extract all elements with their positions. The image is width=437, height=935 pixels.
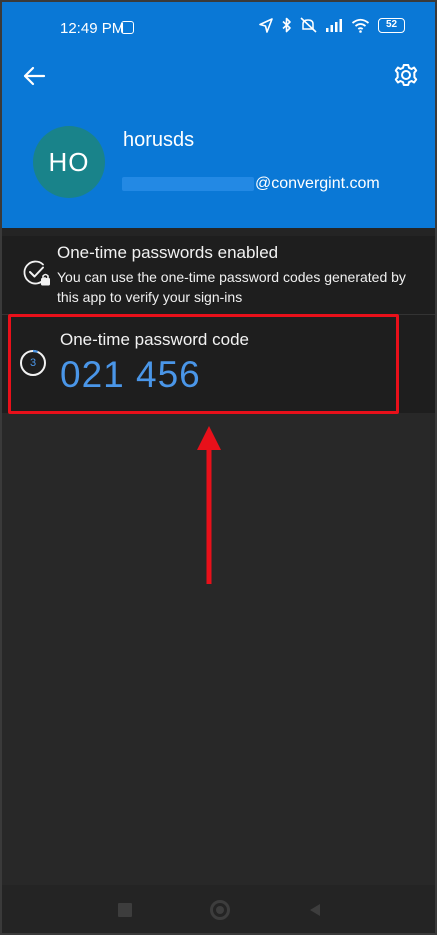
otp-code-label: One-time password code [60, 330, 249, 349]
home-button[interactable] [210, 900, 230, 920]
gear-icon [394, 64, 418, 86]
otp-enabled-title: One-time passwords enabled [57, 243, 279, 262]
app-frame: 12:49 PM 52 HO horusds @convergint.com O… [0, 0, 437, 935]
status-time: 12:49 PM [60, 20, 125, 37]
arrow-left-icon [23, 66, 46, 86]
email-redaction [122, 177, 254, 191]
account-header: 12:49 PM 52 HO horusds @convergint.com [2, 2, 435, 228]
status-bar: 12:49 PM 52 [2, 2, 435, 54]
recents-button[interactable] [118, 903, 132, 917]
otp-code-value[interactable]: 021 456 [60, 354, 201, 396]
account-name: horusds [123, 129, 195, 151]
silent-icon [300, 17, 317, 33]
top-bar [2, 54, 435, 98]
account-email: @convergint.com [255, 175, 380, 192]
annotation-arrow-up-icon [197, 426, 221, 584]
account-email-row: @convergint.com [122, 174, 380, 194]
otp-enabled-description: You can use the one-time password codes … [57, 269, 406, 305]
battery-icon: 52 [378, 17, 405, 33]
avatar: HO [33, 126, 105, 198]
check-lock-icon [23, 260, 50, 286]
otp-enabled-row: One-time passwords enabled You can use t… [2, 236, 435, 314]
bluetooth-icon [282, 17, 291, 33]
notification-badge-icon [121, 21, 134, 34]
system-nav-bar [2, 885, 435, 933]
nav-back-icon[interactable] [308, 903, 322, 917]
back-button[interactable] [20, 62, 50, 90]
wifi-icon [351, 18, 370, 33]
status-icons: 52 [259, 17, 405, 33]
countdown-seconds: 3 [29, 357, 37, 369]
section-gap [2, 228, 435, 236]
signal-icon [326, 19, 342, 32]
location-arrow-icon [259, 17, 273, 33]
settings-button[interactable] [391, 60, 421, 90]
